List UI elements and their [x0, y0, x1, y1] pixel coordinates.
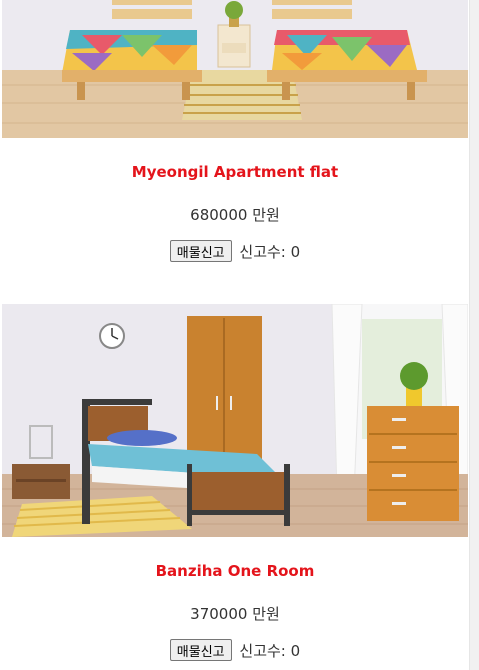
- report-listing-button[interactable]: 매물신고: [169, 240, 232, 262]
- report-count-prefix: 신고수:: [239, 641, 286, 660]
- listing-title[interactable]: Banziha One Room: [0, 562, 470, 580]
- listing-price: 370000 만원: [190, 605, 280, 623]
- vertical-scrollbar[interactable]: [469, 0, 479, 670]
- report-row: 매물신고 신고수: 0: [0, 240, 470, 262]
- listing-title[interactable]: Myeongil Apartment flat: [0, 163, 470, 181]
- report-count-label: 신고수: 0: [239, 243, 300, 261]
- listing-price: 680000 만원: [190, 206, 280, 224]
- report-count-label: 신고수: 0: [239, 642, 300, 660]
- report-listing-button[interactable]: 매물신고: [169, 639, 232, 661]
- report-row: 매물신고 신고수: 0: [0, 639, 470, 661]
- listing-photo[interactable]: [2, 0, 468, 138]
- listing-photo[interactable]: [2, 304, 468, 537]
- report-count-value: 0: [290, 242, 301, 261]
- listing-feed[interactable]: Myeongil Apartment flat 680000 만원 매물신고 신…: [0, 0, 470, 670]
- report-count-prefix: 신고수:: [239, 242, 286, 261]
- report-count-value: 0: [290, 641, 301, 660]
